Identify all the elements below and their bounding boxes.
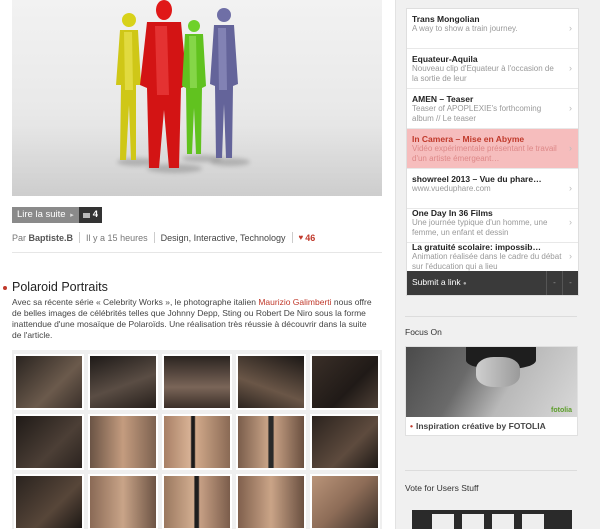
fotolia-logo: fotolia [551,407,572,414]
hero-image-celebrity-figures[interactable] [12,0,382,196]
feed-item-title: showreel 2013 – Vue du phare… [412,174,542,184]
sidebar: Trans Mongolian A way to show a train jo… [395,0,600,529]
heart-icon[interactable]: ♥ [299,233,304,242]
feed-item-desc: A way to show a train journey. [412,24,518,33]
feed-item[interactable]: Trans Mongolian A way to show a train jo… [407,9,578,49]
feed-item-desc: Une journée typique d'un homme, une femm… [412,218,548,237]
polaroid-tile [236,414,306,470]
author-link[interactable]: Baptiste.B [29,233,74,243]
polaroid-tile [310,474,380,529]
submit-link-button[interactable]: Submit a link ● [412,277,467,287]
polaroid-tile [14,414,84,470]
feed-next-button[interactable]: - [562,271,578,295]
focus-heading: Focus On [405,327,442,337]
feed-item-title: In Camera – Mise en Abyme [412,134,525,144]
focus-image: fotolia [406,347,577,417]
polaroid-tile [14,474,84,529]
post-meta: Par Baptiste.B Il y a 15 heures Design, … [12,232,382,243]
feed-item[interactable]: AMEN – Teaser Teaser of APOPLEXIE's fort… [407,89,578,129]
read-more-label: Lire la suite [17,209,66,220]
submit-link-bar: Submit a link ● - - [407,271,578,295]
polaroid-tile [88,474,158,529]
chevron-right-icon: › [569,217,572,227]
polaroid-tile [236,354,306,410]
green-figure [182,20,206,154]
bullet-icon: • [410,421,413,431]
polaroid-tile [162,474,232,529]
chevron-right-icon: › [569,251,572,261]
polaroid-tile [88,414,158,470]
face-shape [476,357,520,387]
feed-item-desc: Vidéo expérimentale présentant le travai… [412,144,557,163]
feed-item-desc: www.vueduphare.com [412,184,491,193]
feed-item-active[interactable]: In Camera – Mise en Abyme Vidéo expérime… [407,129,578,169]
vote-image[interactable] [412,510,572,529]
bullet-icon [3,286,7,290]
polaroid-tile [162,414,232,470]
post-title[interactable]: Polaroid Portraits [12,280,108,294]
polaroid-tile [310,354,380,410]
chevron-right-icon: › [569,23,572,33]
polaroid-tile [14,354,84,410]
feed-item-title: AMEN – Teaser [412,94,474,104]
post-divider [12,252,382,253]
feed-item-desc: Animation réalisée dans le cadre du déba… [412,252,562,271]
feed-prev-button[interactable]: - [546,271,562,295]
chevron-right-icon: › [569,63,572,73]
photographer-link[interactable]: Maurizio Galimberti [258,297,331,307]
chevron-right-icon: › [569,143,572,153]
polaroid-tile [88,354,158,410]
focus-card[interactable]: fotolia • Inspiration créative by FOTOLIA [405,346,578,436]
chevron-right-icon: › [569,183,572,193]
main-column: Lire la suite ▸ 4 Par Baptiste.B Il y a … [0,0,395,529]
feed-item-desc: Teaser of APOPLEXIE's forthcoming album … [412,104,542,123]
polaroid-tile [310,414,380,470]
comments-count-button[interactable]: 4 [78,207,103,223]
post-tags[interactable]: Design, Interactive, Technology [161,233,286,243]
author-prefix: Par [12,232,27,243]
divider [79,232,81,243]
polaroid-mosaic-image[interactable] [12,350,382,529]
feed-item-title: La gratuité scolaire: impossib… [412,242,541,252]
image-shape [492,514,514,529]
image-shape [432,514,454,529]
polaroid-tile [236,474,306,529]
image-shape [522,514,544,529]
feed-item-desc: Nouveau clip d'Equateur à l'occasion de … [412,64,554,83]
polaroid-tile [162,354,232,410]
post-time: Il y a 15 heures [86,232,148,243]
section-divider [405,470,577,471]
desc-text: Avec sa récente série « Celebrity Works … [12,297,259,307]
read-more-bar: Lire la suite ▸ 4 [12,207,103,223]
arrow-icon: ▸ [70,212,74,219]
likes-count[interactable]: 46 [305,233,315,243]
image-shape [462,514,484,529]
read-more-button[interactable]: Lire la suite ▸ [12,207,79,223]
arrow-icon: ● [463,281,467,287]
section-divider [405,316,577,317]
purple-figure [210,8,238,158]
submit-link-label: Submit a link [412,277,461,287]
focus-caption-text: Inspiration créative by FOTOLIA [415,421,546,431]
feed-item-title: Trans Mongolian [412,14,480,24]
feed-item-title: Equateur-Aquila [412,54,478,64]
divider [291,232,293,243]
link-feed: Trans Mongolian A way to show a train jo… [406,8,579,296]
feed-item-title: One Day In 36 Films [412,208,493,218]
focus-caption[interactable]: • Inspiration créative by FOTOLIA [410,421,546,431]
comments-count: 4 [92,209,99,220]
feed-item[interactable]: Equateur-Aquila Nouveau clip d'Equateur … [407,49,578,89]
chevron-right-icon: › [569,103,572,113]
comment-bubble-icon [82,212,90,218]
post-description: Avec sa récente série « Celebrity Works … [12,297,377,341]
divider [153,232,155,243]
vote-heading: Vote for Users Stuff [405,483,479,493]
